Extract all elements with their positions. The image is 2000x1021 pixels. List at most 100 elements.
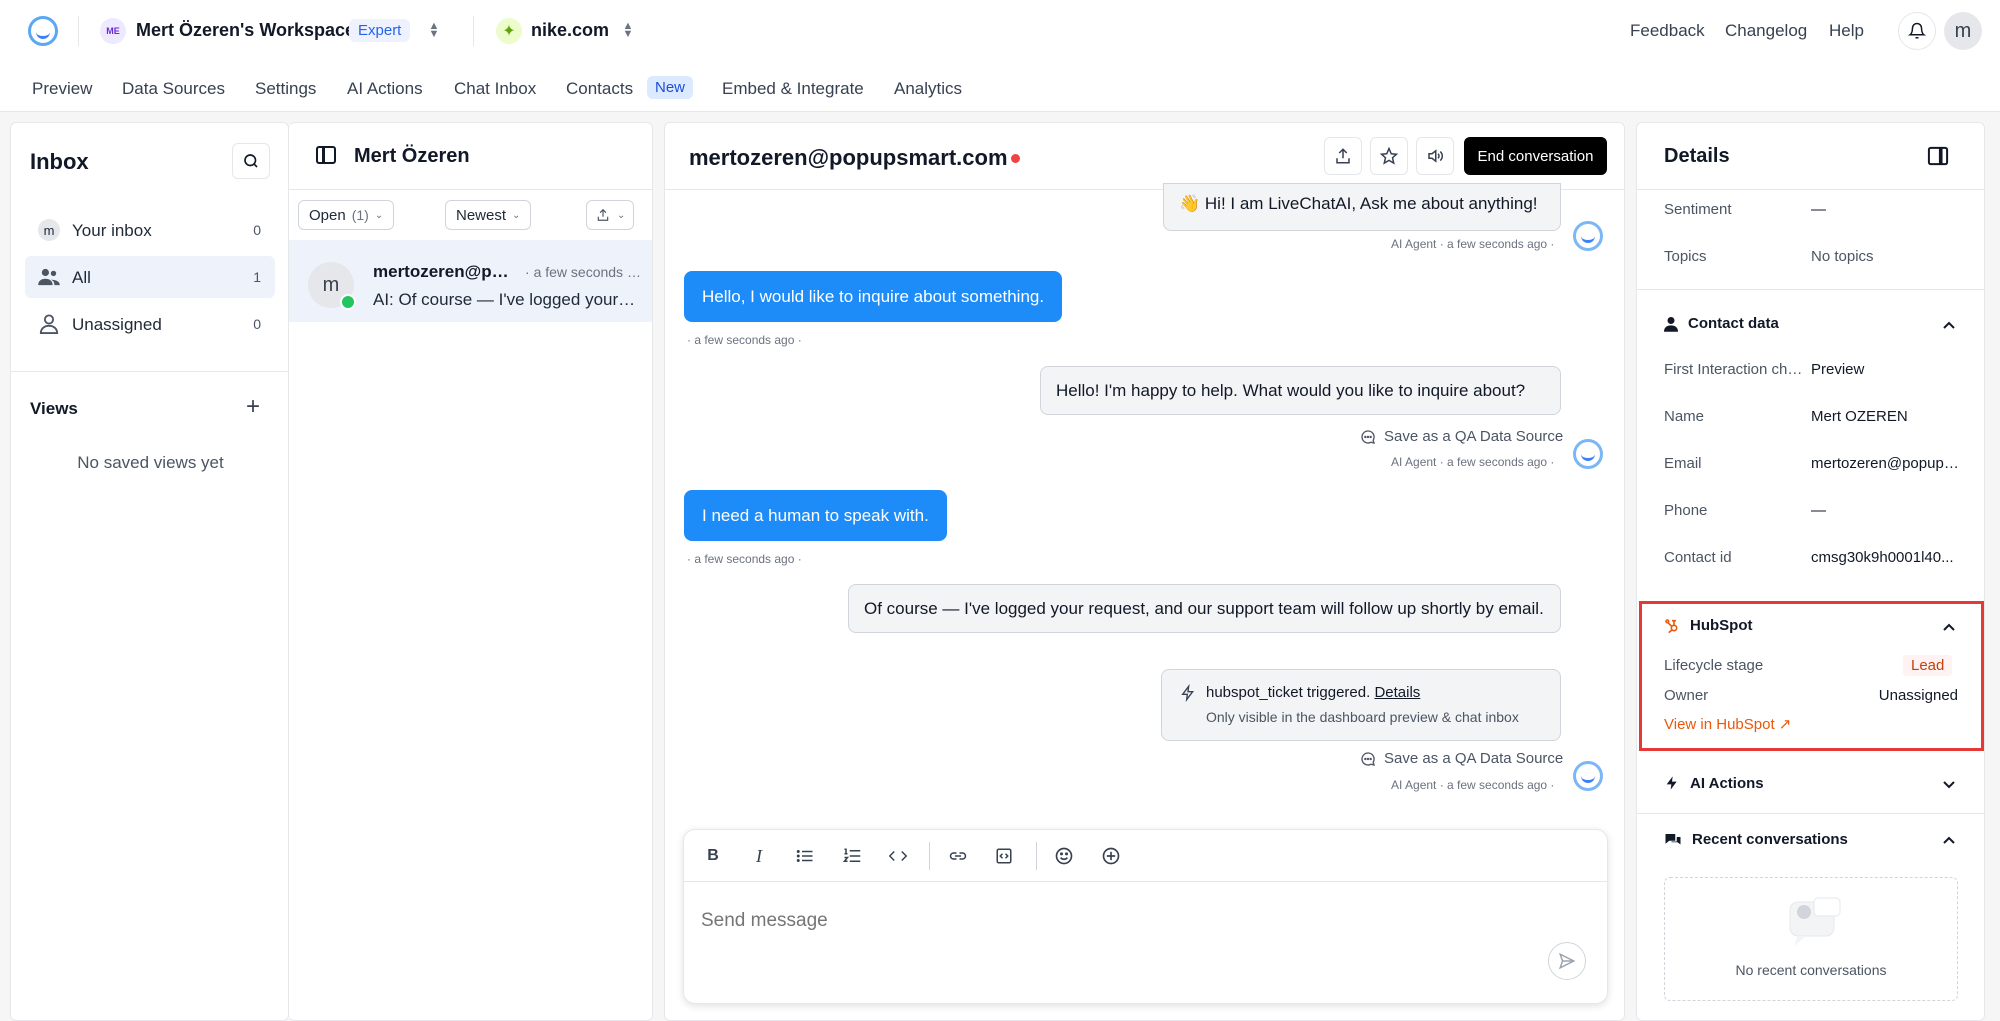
user-avatar[interactable]: m: [1944, 12, 1982, 50]
hubspot-section-header[interactable]: HubSpot: [1664, 617, 1752, 634]
tab-ai-actions[interactable]: AI Actions: [347, 79, 423, 99]
notifications-button[interactable]: [1898, 12, 1936, 50]
contact-label: Name: [1664, 408, 1705, 425]
inbox-item-your-inbox[interactable]: m Your inbox 0: [25, 209, 275, 251]
emoji-icon[interactable]: [1052, 844, 1076, 868]
agent-message: 👋 Hi! I am LiveChatAI, Ask me about anyt…: [1163, 183, 1561, 231]
export-dropdown[interactable]: ⌄: [586, 200, 635, 230]
contact-value: mertozeren@popupsmart.com: [1811, 455, 1961, 472]
trigger-details-link[interactable]: Details: [1374, 684, 1420, 701]
conversation-row[interactable]: m mertozeren@popupsmart.com · a few seco…: [289, 240, 652, 322]
recent-conversations-section-header[interactable]: Recent conversations: [1664, 831, 1848, 848]
contact-data-section-header[interactable]: Contact data: [1664, 315, 1779, 332]
contact-label: First Interaction channel: [1664, 361, 1809, 378]
contact-value: Mert OZEREN: [1811, 408, 1908, 425]
lightning-icon: [1181, 684, 1194, 702]
tab-settings[interactable]: Settings: [255, 79, 316, 99]
numbered-list-icon[interactable]: [840, 844, 864, 868]
tab-preview[interactable]: Preview: [32, 79, 92, 99]
inbox-item-label: All: [72, 268, 91, 287]
message-meta: AI Agent · a few seconds ago ·: [1391, 778, 1555, 792]
recent-conversations-empty: No recent conversations: [1664, 877, 1958, 1001]
divider: [1637, 189, 1984, 190]
chevron-up-icon[interactable]: [1941, 620, 1957, 636]
tab-contacts[interactable]: Contacts: [566, 79, 633, 99]
bold-icon[interactable]: B: [701, 844, 725, 868]
add-icon[interactable]: [1099, 844, 1123, 868]
chat-bubbles-icon: [1665, 833, 1681, 844]
help-link[interactable]: Help: [1829, 21, 1864, 41]
site-name[interactable]: nike.com: [531, 20, 609, 41]
end-conversation-button[interactable]: End conversation: [1464, 137, 1607, 175]
message-meta: AI Agent · a few seconds ago ·: [1391, 237, 1555, 251]
search-icon: [244, 154, 258, 168]
sort-dropdown[interactable]: Newest ⌄: [445, 200, 532, 230]
trigger-text: hubspot_ticket triggered.: [1206, 684, 1371, 701]
empty-chat-illustration-icon: [1789, 897, 1841, 946]
tab-analytics[interactable]: Analytics: [894, 79, 962, 99]
export-button[interactable]: [1324, 137, 1362, 175]
inbox-item-count: 1: [253, 269, 261, 285]
action-trigger-notice: hubspot_ticket triggered. Details Only v…: [1161, 669, 1561, 741]
inbox-item-label: Unassigned: [72, 315, 162, 334]
workspace-name[interactable]: Mert Özeren's Workspace: [136, 20, 355, 41]
chat-panel: mertozeren@popupsmart.com End conversati…: [664, 122, 1625, 1021]
message-input[interactable]: [701, 910, 1501, 932]
site-switcher-icon[interactable]: ▲ ▼: [622, 21, 634, 40]
chat-bubble-icon: [1361, 429, 1375, 444]
trigger-subtext: Only visible in the dashboard preview & …: [1206, 709, 1519, 725]
workspace-avatar: ME: [100, 18, 126, 44]
inbox-item-count: 0: [253, 316, 261, 332]
inbox-item-unassigned[interactable]: Unassigned 0: [25, 303, 275, 345]
no-recent-conversations: No recent conversations: [1735, 962, 1887, 978]
send-button[interactable]: [1548, 942, 1586, 980]
tab-embed-integrate[interactable]: Embed & Integrate: [722, 79, 864, 99]
bullet-list-icon[interactable]: [793, 844, 817, 868]
app-logo-icon[interactable]: [28, 16, 58, 46]
link-icon[interactable]: [946, 844, 970, 868]
user-message: Hello, I would like to inquire about som…: [684, 271, 1063, 322]
sound-button[interactable]: [1416, 137, 1454, 175]
chat-bubble-icon: [1361, 751, 1375, 766]
divider: [289, 189, 652, 190]
contact-label: Email: [1664, 455, 1702, 472]
owner-value: Unassigned: [1878, 687, 1958, 704]
sentiment-label: Sentiment: [1664, 201, 1732, 218]
star-button[interactable]: [1370, 137, 1408, 175]
divider: [1637, 813, 1984, 814]
sidebar-toggle-icon[interactable]: [316, 146, 336, 164]
ai-actions-section-header[interactable]: AI Actions: [1664, 774, 1764, 792]
user-outline-icon: [37, 313, 61, 335]
italic-icon[interactable]: I: [747, 844, 771, 868]
chevron-up-icon[interactable]: [1941, 318, 1957, 334]
save-qa-button[interactable]: Save as a QA Data Source: [1360, 428, 1563, 445]
workspace-switcher-icon[interactable]: ▲ ▼: [428, 21, 440, 40]
conversation-time: · a few seconds ago: [525, 264, 645, 280]
message-meta: · a few seconds ago ·: [687, 552, 802, 566]
inbox-item-label: Your inbox: [72, 221, 152, 240]
tab-chat-inbox[interactable]: Chat Inbox: [454, 79, 536, 99]
status-filter-dropdown[interactable]: Open (1) ⌄: [298, 200, 395, 230]
code-icon[interactable]: [886, 844, 910, 868]
changelog-link[interactable]: Changelog: [1725, 21, 1807, 41]
chevron-down-icon: ⌄: [512, 209, 521, 221]
search-button[interactable]: [232, 143, 270, 179]
view-in-hubspot-link[interactable]: View in HubSpot ↗: [1664, 715, 1791, 733]
add-view-button[interactable]: +: [246, 393, 260, 421]
save-qa-button[interactable]: Save as a QA Data Source: [1360, 750, 1563, 767]
feedback-link[interactable]: Feedback: [1630, 21, 1705, 41]
users-icon: [37, 266, 61, 288]
panel-toggle-icon[interactable]: [1927, 146, 1949, 171]
code-block-icon[interactable]: [992, 844, 1016, 868]
tab-data-sources[interactable]: Data Sources: [122, 79, 225, 99]
lifecycle-badge: Lead: [1903, 655, 1953, 676]
agent-message: Hello! I'm happy to help. What would you…: [1040, 366, 1561, 415]
chevron-down-icon: ⌄: [617, 209, 626, 221]
chevron-up-icon[interactable]: [1941, 833, 1957, 849]
topics-value: No topics: [1811, 248, 1874, 265]
chevron-down-icon[interactable]: [1941, 776, 1957, 792]
contact-label: Phone: [1664, 502, 1708, 519]
inbox-item-count: 0: [253, 222, 261, 238]
inbox-item-all[interactable]: All 1: [25, 256, 275, 298]
online-status-dot: [340, 294, 356, 310]
